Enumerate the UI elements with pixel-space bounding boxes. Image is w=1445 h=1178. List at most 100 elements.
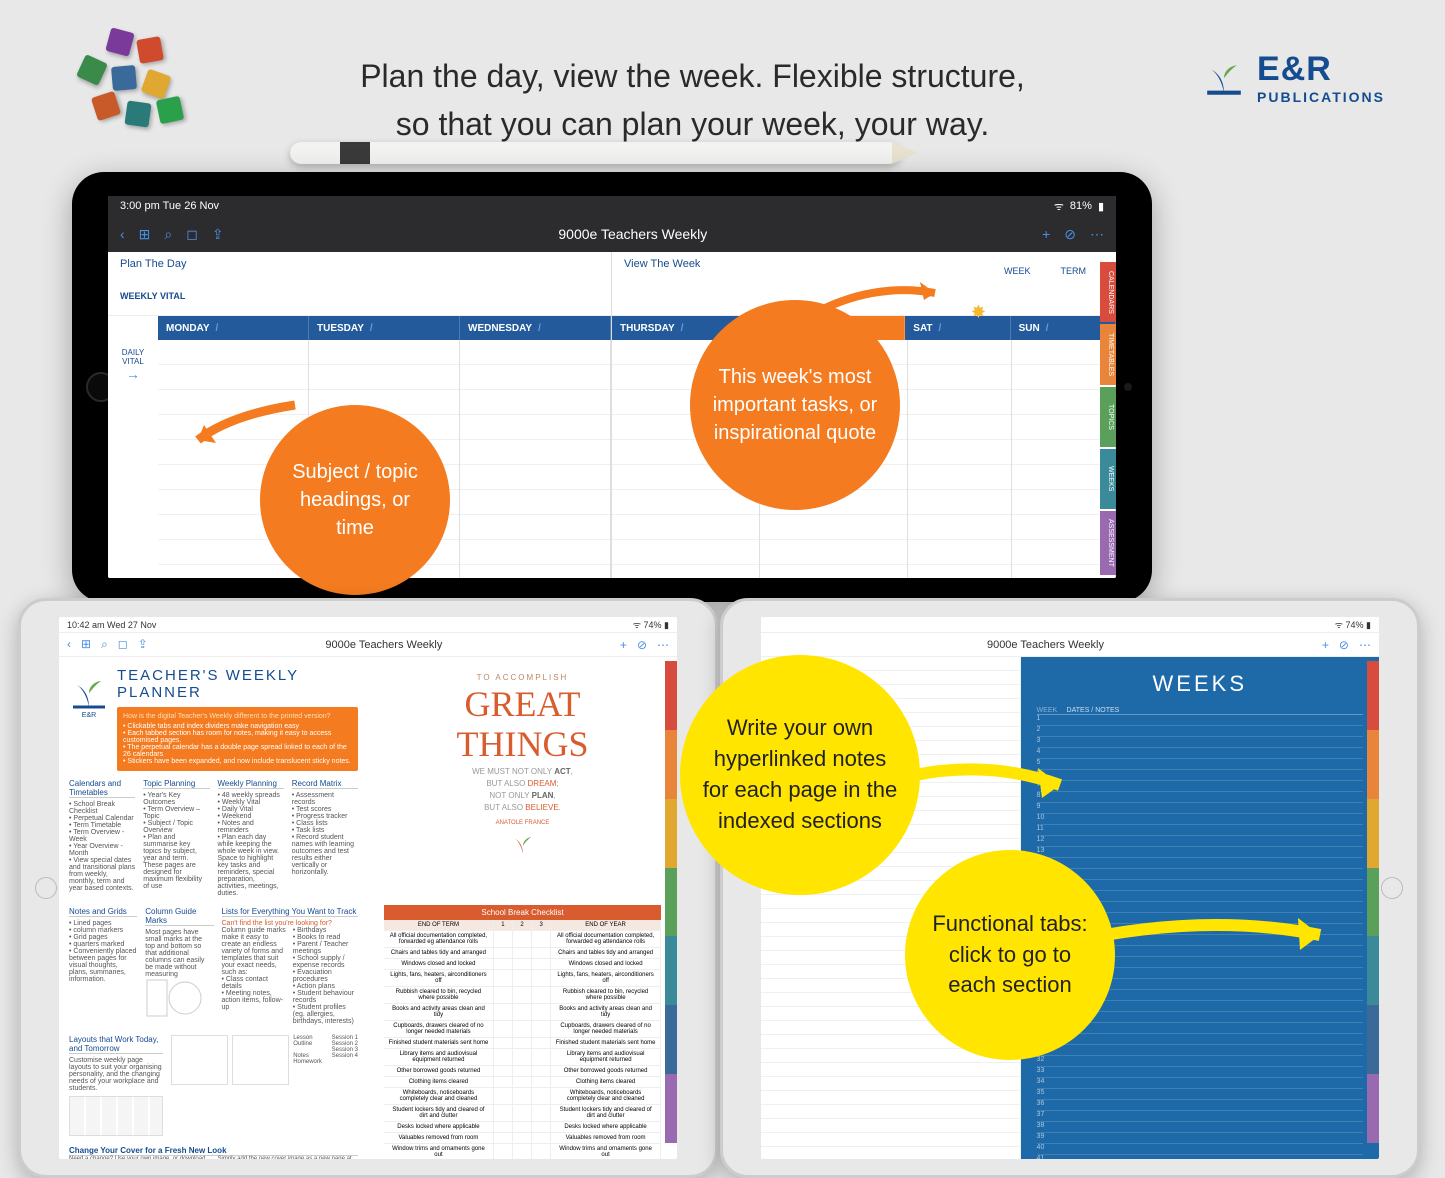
apple-pencil <box>290 142 900 164</box>
tab-weeks-active[interactable] <box>1367 936 1379 1005</box>
share-icon[interactable]: ⇪ <box>212 226 224 243</box>
home-button-left[interactable] <box>35 877 57 899</box>
tab-assessment[interactable]: ASSESSMENT <box>1100 511 1116 575</box>
grid-icon[interactable]: ⊞ <box>139 226 151 243</box>
wifi-icon: ᯤ <box>1335 620 1343 630</box>
share-icon[interactable]: ⇪ <box>138 637 148 652</box>
edit-icon[interactable]: ⊘ <box>1064 226 1076 243</box>
quote-body: WE MUST NOT ONLY ACT,BUT ALSO DREAM;NOT … <box>384 766 661 814</box>
bubble-subject: Subject / topic headings, or time <box>260 405 450 595</box>
layout-preview <box>69 1096 163 1136</box>
weekly-vital-label: WEEKLY VITAL <box>120 291 185 301</box>
decorative-blocks <box>70 30 190 150</box>
tab-timetables[interactable]: TIMETABLES <box>1100 324 1116 384</box>
tab-topics[interactable]: TOPICS <box>1100 387 1116 447</box>
add-icon[interactable]: + <box>1322 638 1329 652</box>
edit-icon[interactable]: ⊘ <box>637 638 647 652</box>
back-icon[interactable]: ‹ <box>120 226 125 242</box>
weeks-title: WEEKS <box>1037 671 1363 697</box>
battery-icon: ▮ <box>1098 200 1104 213</box>
er-logo-small: E&R <box>69 667 109 719</box>
bubble-tasks: This week's most important tasks, or ins… <box>690 300 900 510</box>
headline-line1: Plan the day, view the week. Flexible st… <box>240 52 1145 100</box>
logo-main: E&R <box>1257 50 1332 88</box>
logo: E&R PUBLICATIONS <box>1203 50 1385 105</box>
svg-text:E&R: E&R <box>82 712 96 717</box>
search-icon[interactable]: ⌕ <box>164 226 172 243</box>
more-icon[interactable]: ⋯ <box>1359 638 1371 652</box>
week-term-labels: WEEK TERM <box>1004 266 1086 276</box>
template-box <box>171 1035 228 1085</box>
info-side-tabs <box>665 661 677 1143</box>
bookmark-icon[interactable]: ◻ <box>186 226 198 243</box>
grid-icon[interactable]: ⊞ <box>81 637 91 652</box>
tab-tt[interactable] <box>1367 730 1379 799</box>
tab-y[interactable] <box>1367 799 1379 868</box>
status-right: ᯤ 81% ▮ <box>1054 199 1104 214</box>
bookmark-icon[interactable]: ◻ <box>118 637 128 652</box>
template-box <box>232 1035 289 1085</box>
battery-percent: 81% <box>1070 200 1092 212</box>
add-icon[interactable]: + <box>620 638 627 652</box>
day-sat[interactable]: SAT/ <box>905 316 1010 340</box>
mini-toolbar-left: ‹ ⊞ ⌕ ◻ ⇪ 9000e Teachers Weekly + ⊘ ⋯ <box>59 633 677 657</box>
search-icon[interactable]: ⌕ <box>101 637 108 652</box>
planner-title: TEACHER'S WEEKLY PLANNER <box>117 667 358 701</box>
more-icon[interactable]: ⋯ <box>657 638 669 652</box>
quote-to: TO ACCOMPLISH <box>384 673 661 682</box>
four-cols: Calendars and Timetables• School Break C… <box>69 779 358 897</box>
tab-weeks[interactable]: WEEKS <box>1100 449 1116 509</box>
ipad-left-screen: 10:42 am Wed 27 Nov ᯤ 74% ▮ ‹ ⊞ ⌕ ◻ ⇪ 90… <box>59 617 677 1159</box>
wifi-icon: ᯤ <box>1054 199 1064 214</box>
edit-icon[interactable]: ⊘ <box>1339 638 1349 652</box>
doc-title: 9000e Teachers Weekly <box>558 226 707 242</box>
logo-sub: PUBLICATIONS <box>1257 89 1385 105</box>
arrow-tabs <box>1100 900 1340 970</box>
quote-things: THINGS <box>384 726 661 762</box>
tab-topics[interactable] <box>1367 868 1379 937</box>
logo-text: E&R PUBLICATIONS <box>1257 50 1385 105</box>
logo-icon <box>1203 57 1245 99</box>
headline: Plan the day, view the week. Flexible st… <box>240 52 1145 148</box>
cover-heading: Change Your Cover for a Fresh New Look <box>69 1146 358 1156</box>
doc-title-right: 9000e Teachers Weekly <box>987 639 1104 651</box>
day-headers-left: MONDAY/ TUESDAY/ WEDNESDAY/ <box>108 316 611 340</box>
plan-the-day-label: Plan The Day <box>108 252 611 276</box>
quote-page: TO ACCOMPLISH GREAT THINGS WE MUST NOT O… <box>368 657 677 1159</box>
weekly-vital-row: WEEKLY VITAL <box>108 276 611 316</box>
weeks-side-tabs <box>1367 661 1379 1143</box>
checklist: School Break Checklist END OF TERM 123 E… <box>384 905 661 1160</box>
tab-assess[interactable] <box>1367 1074 1379 1143</box>
ipad-main-screen: 3:00 pm Tue 26 Nov ᯤ 81% ▮ ‹ ⊞ ⌕ ◻ ⇪ 900… <box>108 196 1116 578</box>
mini-status-left: 10:42 am Wed 27 Nov ᯤ 74% ▮ <box>59 617 677 633</box>
info-page: E&R TEACHER'S WEEKLY PLANNER How is the … <box>59 657 368 1159</box>
daily-vital-label: DAILY VITAL <box>112 348 154 366</box>
lower-cols: Notes and Grids• Lined pages• column mar… <box>69 907 358 1025</box>
circle-diagram-icon <box>145 978 205 1018</box>
tab-cal[interactable] <box>1367 661 1379 730</box>
tab-b[interactable] <box>1367 1005 1379 1074</box>
side-tabs: CALENDARS TIMETABLES TOPICS WEEKS ASSESS… <box>1100 262 1116 575</box>
leaf-icon <box>511 832 535 856</box>
mini-toolbar-right: 9000e Teachers Weekly + ⊘ ⋯ <box>761 633 1379 657</box>
app-toolbar: ‹ ⊞ ⌕ ◻ ⇪ 9000e Teachers Weekly + ⊘ ⋯ <box>108 216 1116 252</box>
day-tuesday[interactable]: TUESDAY/ <box>309 316 460 340</box>
ipad-left: 10:42 am Wed 27 Nov ᯤ 74% ▮ ‹ ⊞ ⌕ ◻ ⇪ 90… <box>18 598 718 1178</box>
day-monday[interactable]: MONDAY/ <box>158 316 309 340</box>
arrow-notes <box>910 750 1080 820</box>
quote-great: GREAT <box>384 686 661 722</box>
camera-icon <box>1124 383 1132 391</box>
back-icon[interactable]: ‹ <box>67 637 71 652</box>
mini-status-right: ᯤ 74% ▮ <box>761 617 1379 633</box>
tab-calendars[interactable]: CALENDARS <box>1100 262 1116 322</box>
wifi-icon: ᯤ <box>633 620 641 630</box>
status-time: 3:00 pm Tue 26 Nov <box>120 200 219 212</box>
doc-title-left: 9000e Teachers Weekly <box>325 639 442 651</box>
add-icon[interactable]: + <box>1042 226 1050 242</box>
star-icon: ✸ <box>971 302 986 323</box>
bubble-notes: Write your own hyperlinked notes for eac… <box>680 655 920 895</box>
bubble-tabs: Functional tabs: click to go to each sec… <box>905 850 1115 1060</box>
day-wednesday[interactable]: WEDNESDAY/ <box>460 316 611 340</box>
home-button-right[interactable] <box>1381 877 1403 899</box>
more-icon[interactable]: ⋯ <box>1090 226 1104 243</box>
